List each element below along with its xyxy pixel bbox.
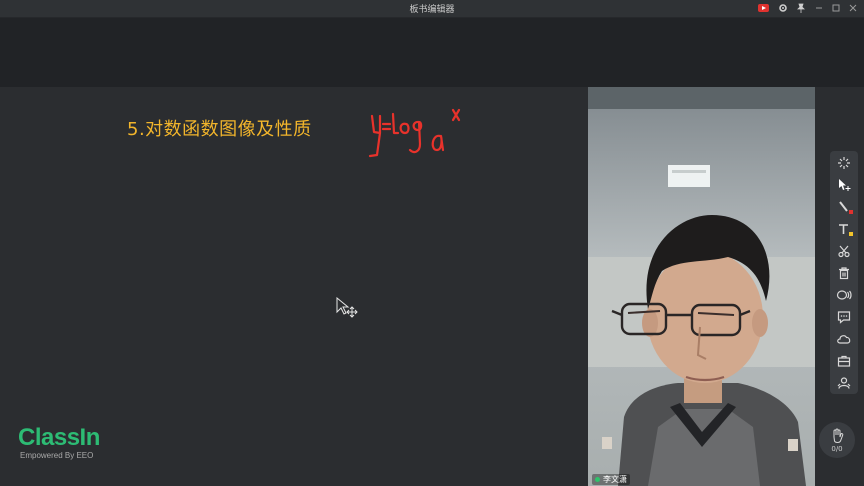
classin-logo: ClassIn Empowered By EEO [18, 424, 100, 461]
window-title: 板书编辑器 [409, 5, 455, 15]
cloud-icon[interactable] [832, 328, 856, 349]
record-icon[interactable] [756, 2, 770, 14]
scissors-icon[interactable] [832, 240, 856, 261]
webcam-feed-image [588, 87, 815, 486]
whiteboard-toolbar [830, 151, 858, 394]
handwritten-formula [368, 108, 461, 158]
shapes-icon[interactable] [832, 284, 856, 305]
logo-brand: ClassIn [18, 424, 100, 451]
restore-icon[interactable] [829, 2, 843, 14]
mic-active-icon [595, 477, 600, 482]
hand-icon [833, 428, 844, 443]
logo-tagline: Empowered By EEO [20, 451, 94, 460]
move-cursor-icon [336, 297, 358, 318]
minimize-icon[interactable] [812, 2, 826, 14]
pin-icon[interactable] [794, 2, 808, 14]
student-name-tag: 李文潇 [592, 474, 630, 485]
close-icon[interactable] [846, 2, 860, 14]
student-name: 李文潇 [603, 475, 627, 484]
trash-icon[interactable] [832, 262, 856, 283]
toolbox-icon[interactable] [832, 350, 856, 371]
pen-icon[interactable] [832, 196, 856, 217]
students-icon[interactable] [832, 372, 856, 393]
raise-hand-button[interactable]: 0/0 [819, 422, 855, 458]
header-area [0, 18, 864, 87]
gear-icon[interactable] [776, 2, 790, 14]
slide-title: 5.对数函数图像及性质 [127, 119, 312, 140]
text-icon[interactable] [832, 218, 856, 239]
raise-hand-count: 0/0 [831, 444, 843, 453]
title-bar: 板书编辑器 [0, 0, 864, 18]
student-video[interactable]: 李文潇 [588, 87, 815, 486]
chat-icon[interactable] [832, 306, 856, 327]
select-move-icon[interactable] [832, 174, 856, 195]
laser-pointer-icon[interactable] [832, 152, 856, 173]
